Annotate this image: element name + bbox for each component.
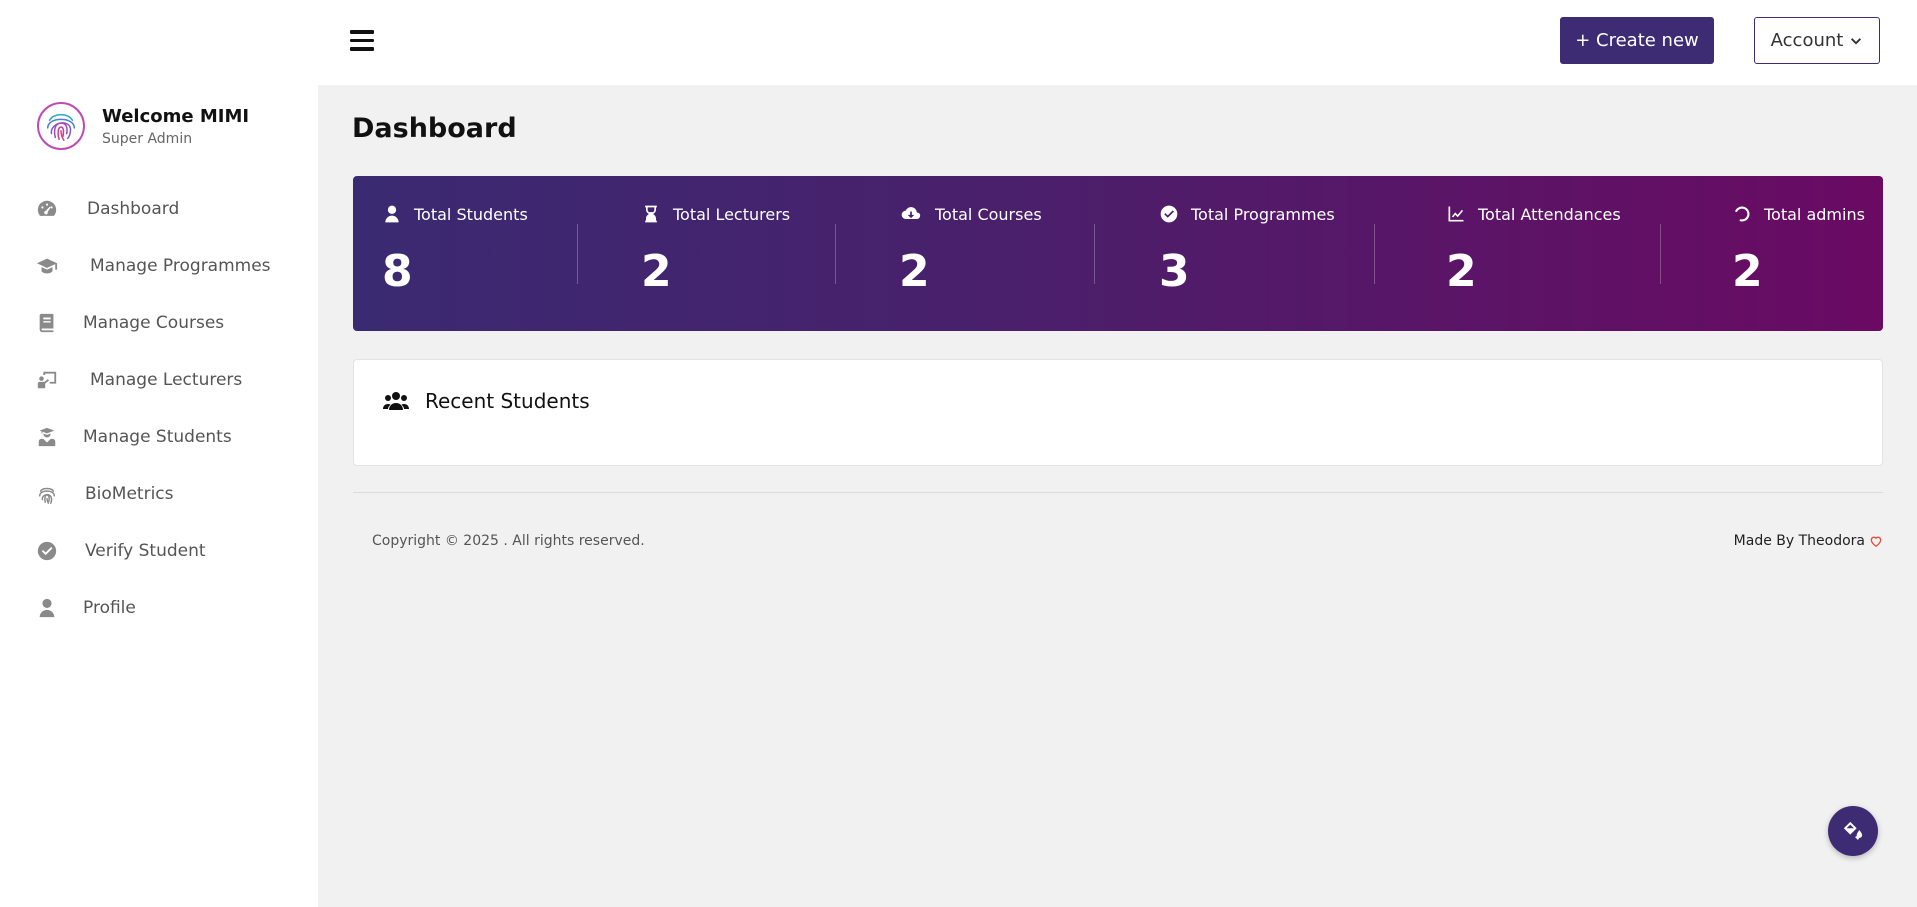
fingerprint-logo-icon: [46, 113, 76, 142]
stat-value: 2: [1732, 246, 1763, 297]
check-circle-icon: [1160, 205, 1178, 223]
hamburger-menu-icon[interactable]: [350, 30, 374, 52]
welcome-text: Welcome MIMI: [102, 105, 250, 127]
chevron-down-icon: [1851, 37, 1862, 45]
stat-divider: [835, 224, 836, 284]
top-bar: + Create new Account: [0, 0, 1917, 85]
check-circle-icon: [33, 539, 61, 563]
sidebar-item-verify-student[interactable]: Verify Student: [0, 522, 318, 579]
users-icon: [383, 392, 409, 410]
stat-value: 8: [382, 246, 413, 297]
user-icon: [33, 596, 61, 620]
stat-label: Total Students: [414, 204, 528, 224]
stat-value: 2: [641, 246, 672, 297]
sidebar-item-label: Dashboard: [87, 198, 180, 219]
account-label: Account: [1770, 30, 1844, 51]
theme-paint-button[interactable]: [1828, 806, 1878, 856]
copyright-text: Copyright © 2025 . All rights reserved.: [372, 533, 645, 549]
sidebar-item-label: Manage Courses: [83, 312, 225, 333]
line-chart-icon: [1448, 206, 1464, 222]
stat-label: Total Lecturers: [673, 204, 791, 224]
page-title: Dashboard: [352, 113, 517, 144]
sidebar-item-label: Profile: [83, 597, 136, 618]
stat-label: Total admins: [1764, 204, 1865, 224]
stat-label: Total Attendances: [1478, 204, 1621, 224]
paint-bucket-icon: [1843, 821, 1863, 840]
recent-students-title: Recent Students: [425, 389, 590, 413]
heart-icon: [1870, 536, 1882, 548]
sidebar-item-label: Manage Students: [83, 426, 232, 447]
sidebar-item-label: Verify Student: [85, 540, 206, 561]
stat-divider: [1094, 224, 1095, 284]
user-icon: [385, 205, 399, 223]
book-icon: [33, 311, 61, 335]
sidebar-item-manage-lecturers[interactable]: Manage Lecturers: [0, 351, 318, 408]
circle-notch-icon: [1734, 206, 1750, 222]
fingerprint-icon: [33, 482, 61, 506]
cloud-download-icon: [901, 207, 921, 220]
account-dropdown-button[interactable]: Account: [1754, 17, 1880, 64]
stat-value: 2: [899, 246, 930, 297]
sidebar-item-label: BioMetrics: [85, 483, 174, 504]
hourglass-icon: [645, 205, 657, 223]
chalkboard-teacher-icon: [33, 368, 61, 392]
sidebar-nav: Dashboard Manage Programmes Manage Cours…: [0, 180, 318, 636]
user-role: Super Admin: [102, 130, 193, 147]
stat-value: 2: [1446, 246, 1477, 297]
sidebar-item-manage-programmes[interactable]: Manage Programmes: [0, 237, 318, 294]
stat-value: 3: [1159, 246, 1190, 297]
stats-panel: Total Students 8 Total Lecturers 2 Total…: [353, 176, 1883, 331]
sidebar-item-profile[interactable]: Profile: [0, 579, 318, 636]
stat-label: Total Courses: [935, 204, 1042, 224]
sidebar-item-dashboard[interactable]: Dashboard: [0, 180, 318, 237]
sidebar-item-manage-courses[interactable]: Manage Courses: [0, 294, 318, 351]
stat-divider: [577, 224, 578, 284]
made-by-text: Made By Theodora: [1733, 533, 1865, 549]
sidebar-item-manage-students[interactable]: Manage Students: [0, 408, 318, 465]
sidebar-item-biometrics[interactable]: BioMetrics: [0, 465, 318, 522]
create-new-button[interactable]: + Create new: [1560, 17, 1714, 64]
stat-divider: [1374, 224, 1375, 284]
footer-divider: [353, 492, 1883, 493]
stat-label: Total Programmes: [1191, 204, 1335, 224]
sidebar-item-label: Manage Programmes: [90, 255, 271, 276]
sidebar-profile: Welcome MIMI Super Admin: [37, 102, 249, 150]
user-graduate-icon: [33, 425, 61, 449]
recent-students-card: Recent Students: [353, 359, 1883, 466]
graduation-cap-icon: [33, 254, 61, 278]
made-by: Made By Theodora: [1734, 533, 1883, 549]
stat-divider: [1660, 224, 1661, 284]
sidebar-item-label: Manage Lecturers: [90, 369, 243, 390]
avatar: [37, 102, 85, 150]
gauge-icon: [33, 197, 61, 221]
sidebar: Welcome MIMI Super Admin Dashboard Manag…: [0, 85, 318, 907]
